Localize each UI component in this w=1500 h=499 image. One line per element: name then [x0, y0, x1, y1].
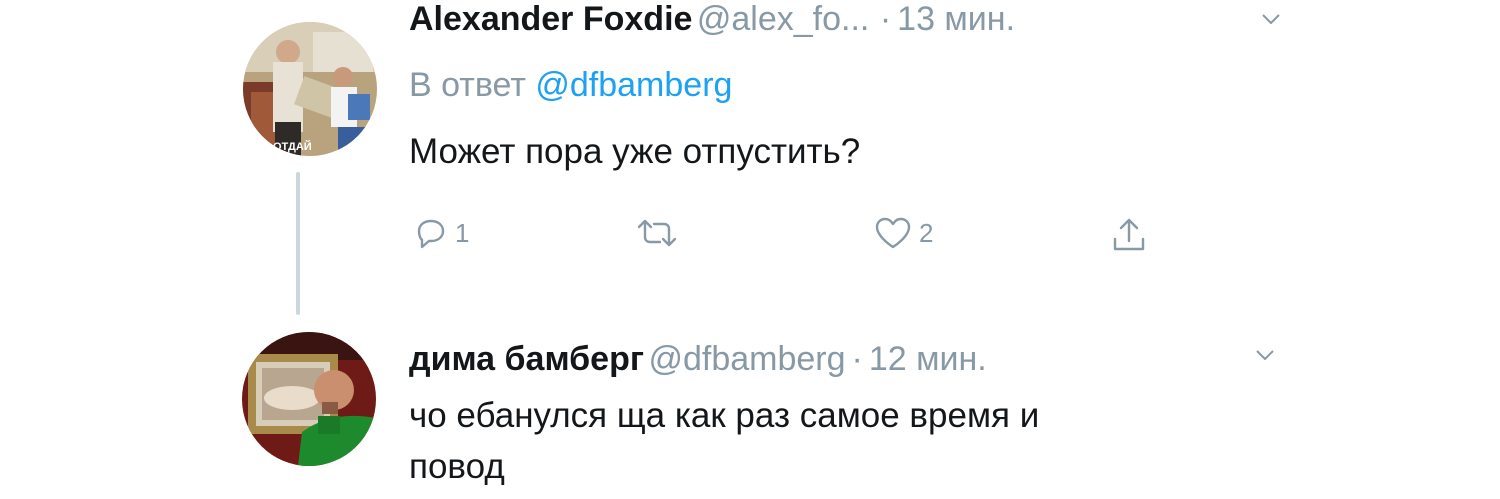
tweet-header: дима бамберг @dfbamberg · 12 мин. — [409, 342, 1039, 384]
timestamp[interactable]: 13 мин. — [897, 0, 1015, 38]
reply-mention-link[interactable]: @dfbamberg — [535, 66, 732, 104]
chevron-down-icon[interactable] — [1262, 14, 1280, 24]
chevron-down-icon[interactable] — [1256, 350, 1274, 360]
retweet-icon — [637, 219, 677, 247]
tweet-actions: 1 2 — [409, 215, 1169, 265]
reply-count: 1 — [455, 217, 470, 248]
separator: · — [851, 340, 863, 378]
tweet-text-line: чо ебанулся ща как раз самое время и — [409, 396, 1040, 435]
avatar[interactable]: ОТДАЙ — [243, 22, 377, 156]
tweet-text: чо ебанулся ща как раз самое время и пов… — [409, 390, 1039, 492]
tweet-text-line: повод — [409, 447, 505, 486]
reply-prefix: В ответ — [409, 66, 526, 104]
author-name[interactable]: дима бамберг — [409, 340, 644, 378]
like-icon — [875, 217, 911, 249]
avatar-caption: ОТДАЙ — [273, 140, 312, 153]
reply-icon — [417, 219, 445, 249]
thread-connector — [296, 172, 300, 315]
tweet[interactable]: ОТДАЙ Alexander Foxdie @alex_fo... · 13 м… — [0, 0, 1500, 300]
author-name[interactable]: Alexander Foxdie — [409, 0, 692, 38]
reply-context: В ответ @dfbamberg — [409, 68, 1015, 102]
share-button[interactable] — [1109, 215, 1149, 255]
author-handle[interactable]: @dfbamberg — [648, 340, 845, 378]
reply-button[interactable]: 1 — [413, 215, 469, 251]
like-button[interactable]: 2 — [873, 215, 933, 251]
like-count: 2 — [919, 217, 934, 248]
tweet[interactable]: дима бамберг @dfbamberg · 12 мин. чо ебану… — [0, 300, 1500, 499]
avatar[interactable] — [242, 332, 376, 466]
tweet-text: Может пора уже отпустить? — [409, 132, 861, 171]
share-icon — [1113, 218, 1145, 251]
timestamp[interactable]: 12 мин. — [869, 340, 987, 378]
tweet-header: Alexander Foxdie @alex_fo... · 13 мин. — [409, 2, 1015, 44]
author-handle[interactable]: @alex_fo... — [697, 0, 870, 38]
separator: · — [879, 0, 892, 38]
retweet-button[interactable] — [635, 215, 685, 251]
